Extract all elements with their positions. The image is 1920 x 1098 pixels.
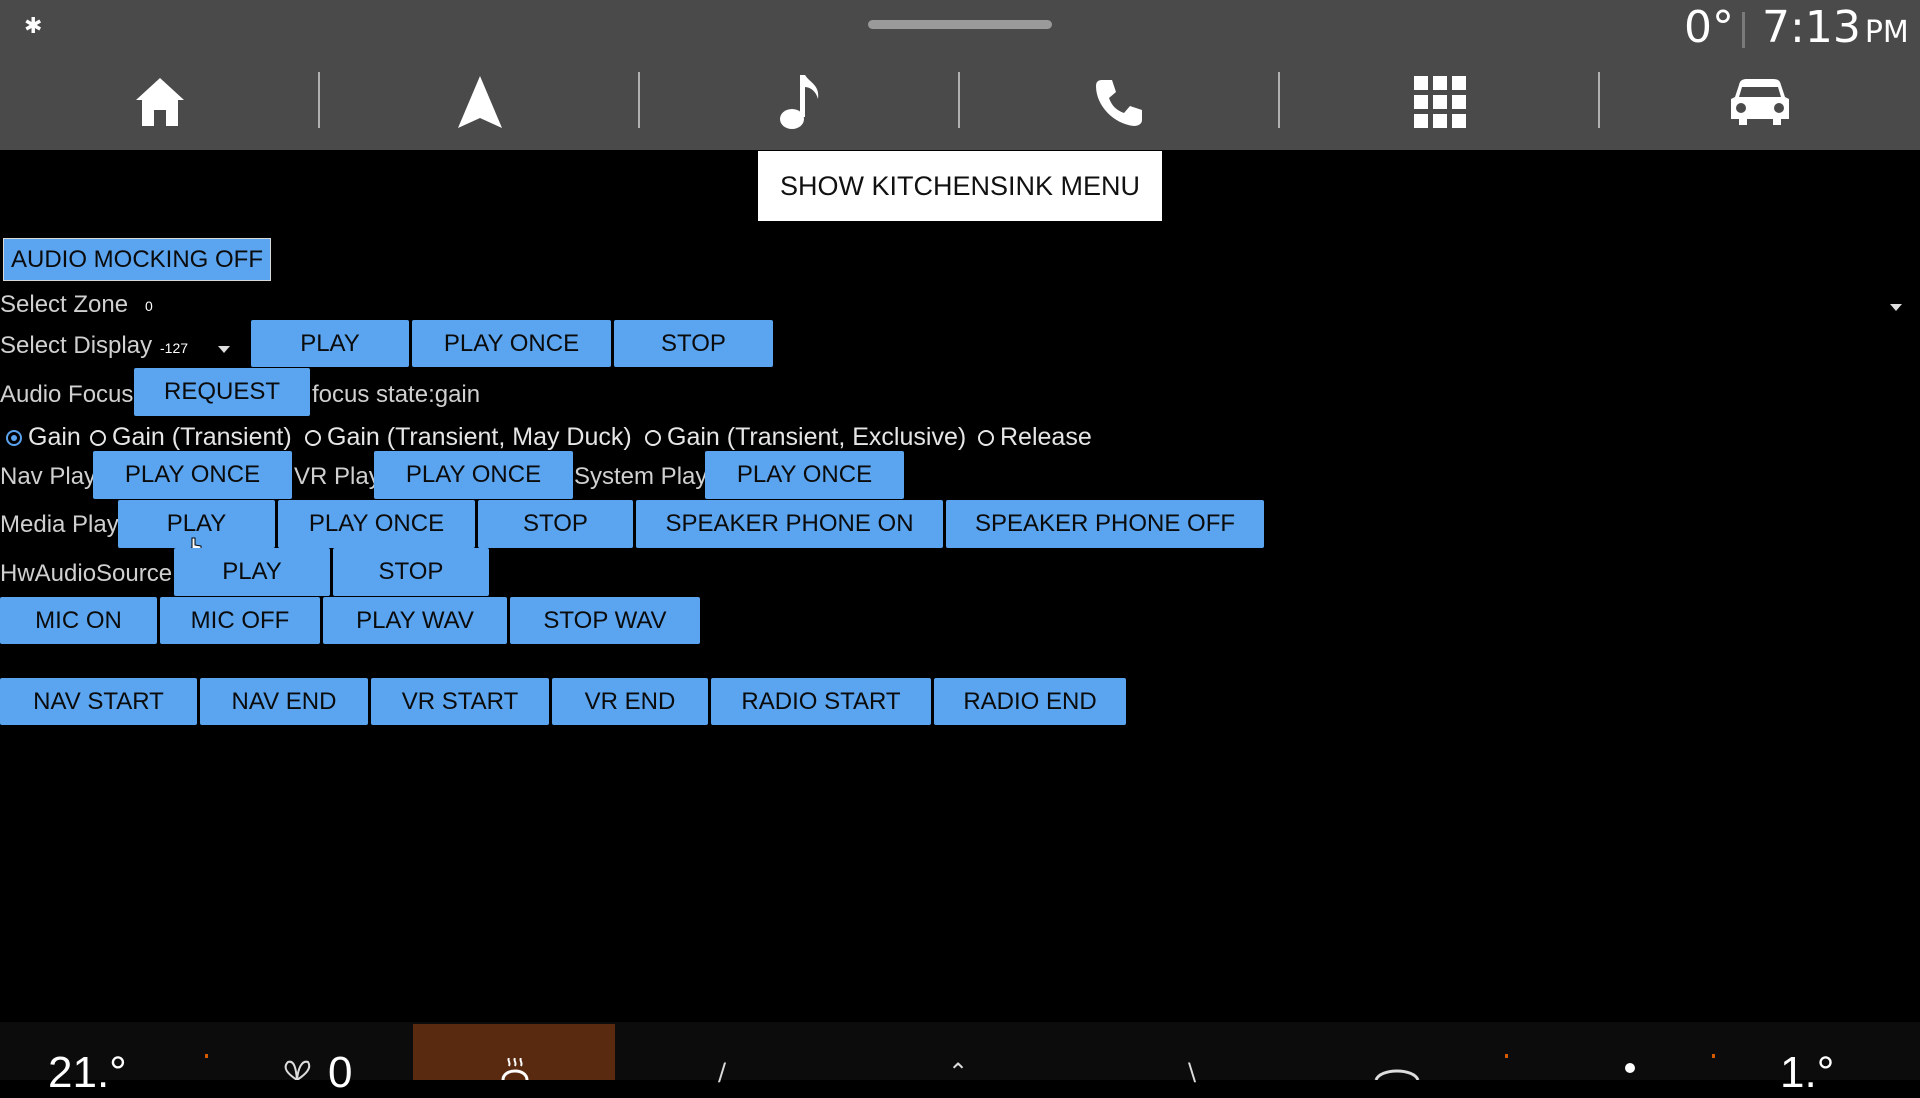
radio-button[interactable] (305, 429, 321, 446)
clock-time: 7:13 (1762, 2, 1861, 53)
select-display-value[interactable]: -127 (160, 340, 188, 356)
radio-gain-transient[interactable]: Gain (Transient) (90, 423, 292, 452)
system-play-once-button[interactable]: PLAY ONCE (705, 451, 904, 499)
system-top-bar: ✱ 0° 7:13 PM (0, 0, 1920, 150)
nav-play-label: Nav Play (0, 463, 97, 490)
nav-home-button[interactable] (100, 62, 220, 142)
radio-button[interactable] (90, 429, 106, 446)
radio-button[interactable] (978, 429, 994, 446)
nav-end-button[interactable]: NAV END (200, 678, 368, 725)
hw-audio-play-button[interactable]: PLAY (174, 548, 330, 596)
nav-divider (958, 72, 960, 128)
focus-state-text: focus state:gain (312, 381, 481, 408)
display-play-once-button[interactable]: PLAY ONCE (412, 320, 611, 367)
nav-phone-button[interactable] (1058, 62, 1178, 142)
display-stop-button[interactable]: STOP (614, 320, 773, 367)
radio-gain-transient-exclusive[interactable]: Gain (Transient, Exclusive) (645, 423, 966, 452)
nav-navigation-button[interactable] (420, 62, 540, 142)
select-zone-dropdown-icon[interactable] (1890, 304, 1902, 312)
speaker-phone-on-button[interactable]: SPEAKER PHONE ON (636, 500, 943, 548)
nav-divider (318, 72, 320, 128)
radio-release[interactable]: Release (978, 423, 1092, 452)
mic-on-button[interactable]: MIC ON (0, 597, 157, 644)
nav-car-button[interactable] (1700, 62, 1820, 142)
phone-icon (1096, 80, 1142, 126)
radio-label: Gain (Transient, May Duck) (327, 423, 632, 451)
radio-button-selected[interactable] (6, 429, 22, 446)
stop-wav-button[interactable]: STOP WAV (510, 597, 700, 644)
nav-apps-button[interactable] (1380, 62, 1500, 142)
notification-drag-handle[interactable] (868, 20, 1052, 29)
vr-start-button[interactable]: VR START (371, 678, 549, 725)
display-play-button[interactable]: PLAY (251, 320, 409, 367)
media-play-label: Media Play (0, 511, 119, 538)
car-icon (1731, 79, 1789, 125)
bluetooth-icon: ✱ (24, 14, 43, 39)
passenger-temperature[interactable]: 1.° (1780, 1048, 1834, 1098)
driver-temperature[interactable]: 21.° (48, 1048, 127, 1098)
radio-label: Gain (28, 423, 81, 451)
select-display-label: Select Display (0, 332, 153, 359)
outside-temperature: 0° (1684, 2, 1734, 53)
temperature-tick (1712, 1054, 1715, 1058)
navigation-arrow-icon (458, 76, 502, 128)
vr-play-label: VR Play (294, 463, 381, 490)
radio-button[interactable] (645, 429, 661, 446)
fan-icon[interactable] (280, 1060, 314, 1080)
music-note-icon (780, 75, 819, 129)
speaker-phone-off-button[interactable]: SPEAKER PHONE OFF (946, 500, 1264, 548)
play-wav-button[interactable]: PLAY WAV (323, 597, 507, 644)
audio-focus-label: Audio Focus (0, 381, 134, 408)
person-icon[interactable] (1622, 1062, 1638, 1080)
windshield-defrost-icon[interactable] (1374, 1066, 1420, 1080)
nav-divider (1598, 72, 1600, 128)
hw-audio-stop-button[interactable]: STOP (333, 548, 489, 596)
nav-divider (1278, 72, 1280, 128)
heated-seat-button[interactable] (413, 1024, 615, 1080)
radio-end-button[interactable]: RADIO END (934, 678, 1126, 725)
nav-divider (638, 72, 640, 128)
radio-gain[interactable]: Gain (6, 423, 81, 452)
seat-recline-icon[interactable]: / (718, 1058, 726, 1086)
show-kitchensink-menu-button[interactable]: SHOW KITCHENSINK MENU (758, 151, 1162, 221)
radio-label: Gain (Transient, Exclusive) (667, 423, 967, 451)
audio-mocking-toggle-button[interactable]: AUDIO MOCKING OFF (3, 238, 271, 281)
select-zone-label: Select Zone (0, 291, 129, 318)
nav-music-button[interactable] (740, 62, 860, 142)
radio-label: Release (1000, 423, 1092, 451)
radio-start-button[interactable]: RADIO START (711, 678, 931, 725)
request-focus-button[interactable]: REQUEST (134, 368, 310, 416)
vr-play-once-button[interactable]: PLAY ONCE (374, 451, 573, 499)
system-play-label: System Play (574, 463, 708, 490)
mic-off-button[interactable]: MIC OFF (160, 597, 320, 644)
hw-audio-source-label: HwAudioSource (0, 560, 173, 587)
temperature-tick (1505, 1054, 1508, 1058)
select-zone-value[interactable]: 0 (145, 298, 153, 314)
media-stop-button[interactable]: STOP (478, 500, 633, 548)
nav-start-button[interactable]: NAV START (0, 678, 197, 725)
heated-seat-icon (501, 1058, 529, 1080)
home-icon (136, 78, 184, 126)
seat-recline-icon[interactable]: \ (1188, 1058, 1196, 1086)
clock-ampm: PM (1864, 15, 1909, 50)
temperature-tick (205, 1054, 208, 1058)
select-display-dropdown-icon[interactable] (218, 346, 230, 354)
airflow-icon[interactable]: ⌃ (948, 1058, 968, 1086)
radio-gain-transient-may-duck[interactable]: Gain (Transient, May Duck) (305, 423, 632, 452)
fan-speed: 0 (328, 1048, 353, 1097)
apps-grid-icon (1414, 76, 1466, 128)
nav-play-once-button[interactable]: PLAY ONCE (93, 451, 292, 499)
status-divider (1742, 12, 1745, 48)
vr-end-button[interactable]: VR END (552, 678, 708, 725)
clock: 7:13 PM (1762, 2, 1909, 53)
media-play-once-button[interactable]: PLAY ONCE (278, 500, 475, 548)
radio-label: Gain (Transient) (112, 423, 292, 451)
